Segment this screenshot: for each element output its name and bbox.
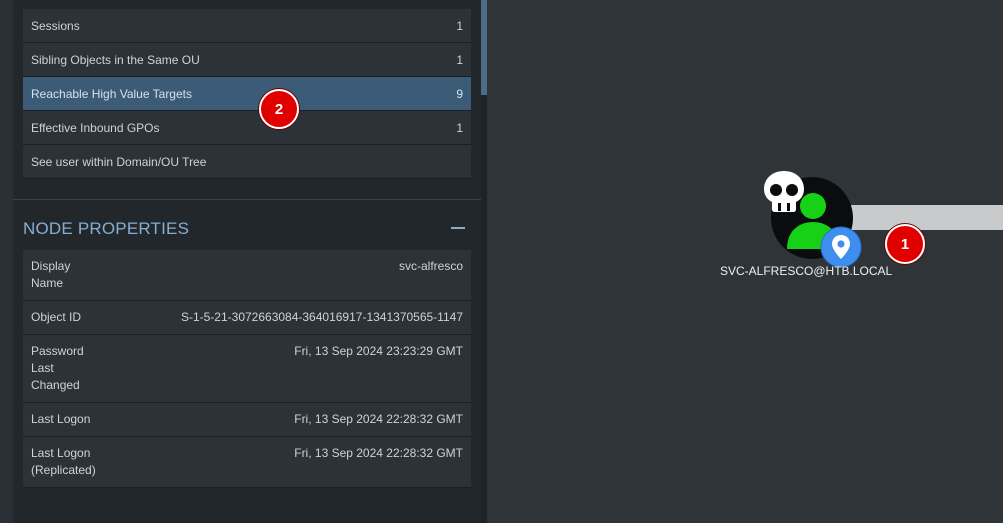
- map-pin-icon: [820, 226, 862, 268]
- list-item-label: Sessions: [31, 18, 80, 33]
- property-value: Fri, 13 Sep 2024 22:28:32 GMT: [294, 412, 463, 426]
- property-row: Object ID S-1-5-21-3072663084-364016917-…: [23, 301, 471, 335]
- node-label: SVC-ALFRESCO@HTB.LOCAL: [720, 264, 893, 278]
- property-key: Last Logon: [31, 412, 91, 426]
- property-value: Fri, 13 Sep 2024 23:23:29 GMT: [294, 344, 463, 358]
- list-item-sessions[interactable]: Sessions 1: [23, 9, 471, 43]
- property-value: Fri, 13 Sep 2024 22:28:32 GMT: [294, 446, 463, 460]
- minus-icon[interactable]: [451, 227, 465, 229]
- list-item-effective-inbound-gpos[interactable]: Effective Inbound GPOs 1: [23, 111, 471, 145]
- property-value: svc-alfresco: [398, 259, 463, 273]
- list-item-reachable-high-value-targets[interactable]: Reachable High Value Targets 9: [23, 77, 471, 111]
- property-key: Display Name: [31, 259, 71, 290]
- property-key: Password Last Changed: [31, 344, 84, 392]
- property-key: Last Logon (Replicated): [31, 446, 96, 477]
- property-value: S-1-5-21-3072663084-364016917-1341370565…: [180, 310, 463, 324]
- list-item-label: See user within Domain/OU Tree: [31, 154, 207, 169]
- list-item-count: 1: [456, 52, 463, 67]
- list-item-count: 1: [456, 18, 463, 33]
- graph-canvas[interactable]: [487, 0, 1003, 523]
- node-properties-title: NODE PROPERTIES: [23, 219, 190, 238]
- property-row: Last Logon Fri, 13 Sep 2024 22:28:32 GMT: [23, 403, 471, 437]
- property-row: Password Last Changed Fri, 13 Sep 2024 2…: [23, 335, 471, 403]
- list-item-label: Effective Inbound GPOs: [31, 120, 160, 135]
- list-item-count: 9: [456, 86, 463, 101]
- skull-icon: [764, 171, 804, 212]
- node-info-panel: Sessions 1 Sibling Objects in the Same O…: [13, 0, 481, 523]
- property-row: Display Name svc-alfresco: [23, 250, 471, 301]
- left-panel: Sessions 1 Sibling Objects in the Same O…: [0, 0, 487, 523]
- list-item-count: 1: [456, 120, 463, 135]
- graph-edge[interactable]: [850, 205, 1003, 230]
- annotation-badge-2: 2: [259, 89, 299, 129]
- list-item-label: Sibling Objects in the Same OU: [31, 52, 200, 67]
- property-key: Object ID: [31, 310, 82, 324]
- annotation-badge-1: 1: [885, 224, 925, 264]
- section-divider: [13, 199, 481, 200]
- list-item-domain-ou-tree[interactable]: See user within Domain/OU Tree: [23, 145, 471, 179]
- overview-list: Sessions 1 Sibling Objects in the Same O…: [23, 9, 471, 179]
- property-row: Last Logon (Replicated) Fri, 13 Sep 2024…: [23, 437, 471, 488]
- list-item-sibling-objects[interactable]: Sibling Objects in the Same OU 1: [23, 43, 471, 77]
- node-properties-table: Display Name svc-alfresco Object ID S-1-…: [23, 250, 471, 488]
- list-item-label: Reachable High Value Targets: [31, 86, 192, 101]
